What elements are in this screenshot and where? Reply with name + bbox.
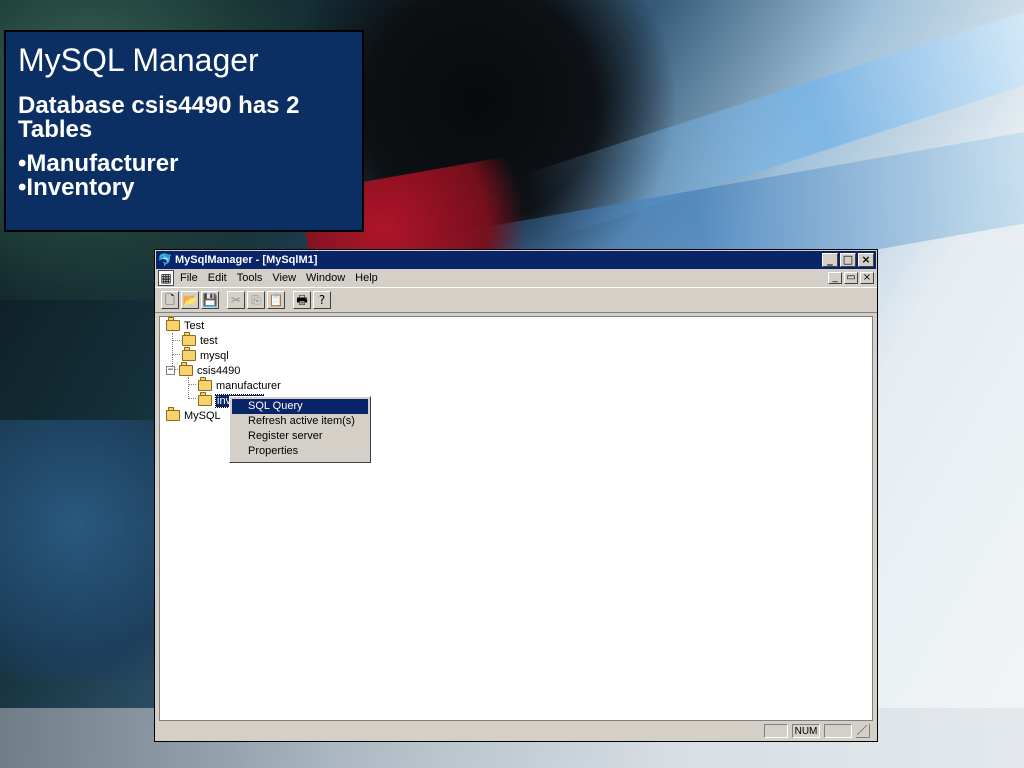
- folder-icon: [182, 347, 196, 361]
- window-caption-buttons: _ □ ×: [822, 253, 874, 267]
- menu-window[interactable]: Window: [306, 272, 345, 284]
- print-icon[interactable]: 🖶: [293, 291, 311, 309]
- cut-icon[interactable]: ✂: [227, 291, 245, 309]
- mysql-manager-window: 🐬 MySqlManager - [MySqlM1] _ □ × ▦ File …: [154, 249, 878, 742]
- mysqlmanager-icon[interactable]: 🐬: [158, 253, 173, 267]
- tree-node-label: Test: [184, 319, 205, 332]
- tree-node-csis4490[interactable]: − csis4490: [166, 362, 241, 378]
- tree-node-test[interactable]: test: [182, 332, 218, 348]
- collapse-icon[interactable]: −: [166, 366, 175, 375]
- context-menu-item-sql-query[interactable]: SQL Query: [232, 399, 368, 414]
- maximize-button[interactable]: □: [840, 253, 856, 267]
- window-title: MySqlManager - [MySqlM1]: [175, 254, 318, 266]
- status-cell-empty: [764, 724, 788, 738]
- status-cell-empty: [824, 724, 852, 738]
- mdi-caption-buttons: _ ▭ ×: [828, 272, 874, 284]
- tree-node-mysql-root[interactable]: MySQL: [166, 407, 221, 423]
- tree-node-mysql[interactable]: mysql: [182, 347, 229, 363]
- tree-connector: [188, 384, 196, 399]
- slide-bullets: •Manufacturer •Inventory: [18, 152, 350, 200]
- context-menu-item-properties[interactable]: Properties: [232, 444, 368, 459]
- folder-icon: [179, 362, 193, 376]
- close-button[interactable]: ×: [858, 253, 874, 267]
- mdi-minimize-button[interactable]: _: [828, 272, 842, 284]
- bullet-manufacturer: •Manufacturer: [18, 150, 179, 177]
- folder-icon: [166, 317, 180, 331]
- menu-edit[interactable]: Edit: [208, 272, 227, 284]
- statusbar: NUM: [156, 722, 876, 740]
- paste-icon[interactable]: 📋: [267, 291, 285, 309]
- slide-title: MySQL Manager: [18, 42, 259, 78]
- window-titlebar[interactable]: 🐬 MySqlManager - [MySqlM1] _ □ ×: [156, 251, 876, 269]
- menu-tools[interactable]: Tools: [237, 272, 263, 284]
- help-icon[interactable]: ?: [313, 291, 331, 309]
- client-area: Test test mysql − csis4490 manufacturer: [159, 316, 873, 721]
- bullet-inventory: •Inventory: [18, 174, 135, 201]
- tree-node-label: test: [200, 334, 218, 347]
- slide-title-box: MySQL Manager Database csis4490 has 2 Ta…: [4, 30, 364, 232]
- status-num: NUM: [792, 724, 820, 738]
- context-menu-item-register-server[interactable]: Register server: [232, 429, 368, 444]
- context-menu: SQL Query Refresh active item(s) Registe…: [229, 396, 371, 463]
- minimize-button[interactable]: _: [822, 253, 838, 267]
- copy-icon[interactable]: ⎘: [247, 291, 265, 309]
- tree-node-label: manufacturer: [216, 379, 281, 392]
- folder-icon: [166, 407, 180, 421]
- tree-node-label: csis4490: [197, 364, 241, 377]
- tree-node-label: MySQL: [184, 409, 221, 422]
- folder-icon: [198, 377, 212, 391]
- open-folder-icon[interactable]: 📂: [181, 291, 199, 309]
- folder-icon: [198, 392, 212, 406]
- context-menu-item-refresh[interactable]: Refresh active item(s): [232, 414, 368, 429]
- save-icon[interactable]: 💾: [201, 291, 219, 309]
- resize-grip[interactable]: [856, 724, 870, 738]
- tree-node-manufacturer[interactable]: manufacturer: [198, 377, 281, 393]
- tree-node-test-root[interactable]: Test: [166, 317, 205, 333]
- slide-subtitle: Database csis4490 has 2 Tables: [18, 92, 300, 143]
- tree-node-label: mysql: [200, 349, 229, 362]
- toolbar-group-file: 🗋 📂 💾: [161, 291, 219, 309]
- mdi-restore-button[interactable]: ▭: [844, 272, 858, 284]
- menu-help[interactable]: Help: [355, 272, 378, 284]
- document-icon[interactable]: ▦: [158, 270, 174, 286]
- toolbar-group-misc: 🖶 ?: [293, 291, 331, 309]
- menu-file[interactable]: File: [180, 272, 198, 284]
- toolbar-group-edit: ✂ ⎘ 📋: [227, 291, 285, 309]
- folder-icon: [182, 332, 196, 346]
- tree-connector: [172, 340, 180, 355]
- menu-view[interactable]: View: [272, 272, 296, 284]
- menubar: ▦ File Edit Tools View Window Help _ ▭ ×: [155, 269, 877, 287]
- new-file-icon[interactable]: 🗋: [161, 291, 179, 309]
- mdi-close-button[interactable]: ×: [860, 272, 874, 284]
- toolbar: 🗋 📂 💾 ✂ ⎘ 📋 🖶 ?: [155, 287, 877, 313]
